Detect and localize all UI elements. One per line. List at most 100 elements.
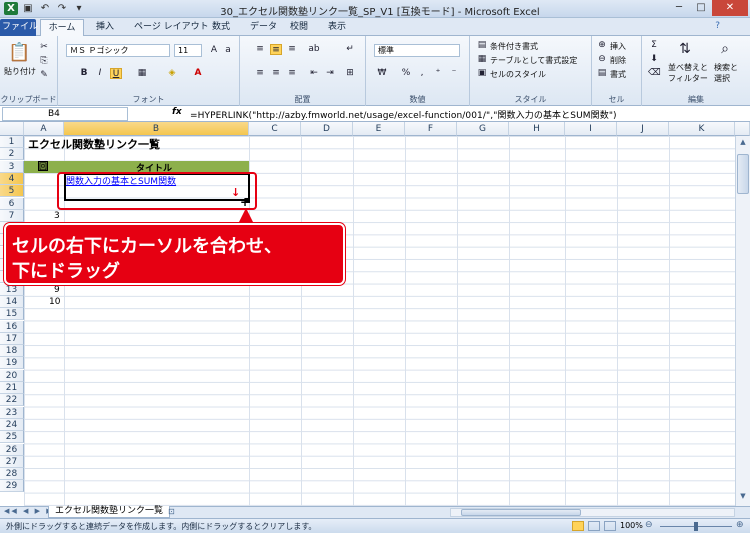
column-header[interactable]: F <box>405 122 457 136</box>
insert-cells-icon[interactable]: ⊕ <box>596 40 608 51</box>
page-break-view-icon[interactable] <box>604 521 616 531</box>
sort-filter-icon[interactable]: ⇅ <box>676 40 694 58</box>
font-color-icon[interactable]: A <box>192 68 204 79</box>
name-box[interactable]: B4 <box>2 107 128 121</box>
conditional-format-button[interactable]: 条件付き書式 <box>490 41 538 52</box>
italic-icon[interactable]: I <box>94 68 106 79</box>
sheet-tab[interactable]: エクセル関数塾リンク一覧 <box>48 506 171 518</box>
row-header[interactable]: 4 <box>0 172 24 185</box>
underline-icon[interactable]: U <box>110 68 122 79</box>
help-icon[interactable]: ? <box>715 21 720 31</box>
tab-review[interactable]: 校閲 <box>288 19 310 36</box>
scroll-down-icon[interactable]: ▼ <box>738 492 748 504</box>
column-header[interactable]: A <box>24 122 64 136</box>
currency-icon[interactable]: ₩ <box>376 68 388 79</box>
row-number-cell[interactable]: 9 <box>54 285 60 295</box>
row-header[interactable]: 3 <box>0 160 24 173</box>
row-header[interactable]: 20 <box>0 369 24 382</box>
row-header[interactable]: 19 <box>0 357 24 370</box>
row-header[interactable]: 25 <box>0 431 24 444</box>
customize-toolbar-icon[interactable]: ▾ <box>72 2 86 15</box>
align-right-icon[interactable]: ≡ <box>286 68 298 79</box>
column-header[interactable]: B <box>64 122 249 136</box>
merge-center-icon[interactable]: ⊞ <box>344 68 356 79</box>
decrease-indent-icon[interactable]: ⇤ <box>308 68 320 79</box>
clear-icon[interactable]: ⌫ <box>648 68 661 79</box>
align-top-icon[interactable]: ≡ <box>254 44 266 55</box>
row-header[interactable]: 17 <box>0 332 24 345</box>
column-header[interactable]: G <box>457 122 509 136</box>
shrink-font-icon[interactable]: a <box>222 45 234 56</box>
zoom-out-icon[interactable]: ⊖ <box>645 520 653 530</box>
horizontal-scrollbar[interactable] <box>450 508 735 517</box>
undo-icon[interactable]: ↶ <box>38 2 52 15</box>
tab-formulas[interactable]: 数式 <box>210 19 232 36</box>
tab-file[interactable]: ファイル <box>0 19 38 36</box>
tab-home[interactable]: ホーム <box>40 19 84 36</box>
row-header[interactable]: 18 <box>0 345 24 358</box>
column-header[interactable]: H <box>509 122 565 136</box>
row-header[interactable]: 14 <box>0 295 24 308</box>
new-sheet-icon[interactable]: ⊡ <box>168 507 175 516</box>
row-header[interactable]: 23 <box>0 406 24 419</box>
formula-input[interactable]: =HYPERLINK("http://azby.fmworld.net/usag… <box>190 108 617 121</box>
row-header[interactable]: 7 <box>0 209 24 222</box>
column-header[interactable]: J <box>617 122 669 136</box>
row-header[interactable]: 6 <box>0 197 24 210</box>
tab-insert[interactable]: 挿入 <box>94 19 116 36</box>
fill-color-icon[interactable]: ◈ <box>166 68 178 79</box>
find-select-label[interactable]: 検索と <box>714 62 738 73</box>
row-number-cell[interactable]: 10 <box>49 297 60 307</box>
scroll-thumb[interactable] <box>737 154 749 194</box>
paste-label[interactable]: 貼り付け <box>4 66 36 77</box>
column-header[interactable]: K <box>669 122 735 136</box>
sort-filter-label[interactable]: 並べ替えと <box>668 62 708 73</box>
h-scroll-thumb[interactable] <box>461 509 581 516</box>
orientation-icon[interactable]: ab <box>308 44 320 55</box>
delete-cells-button[interactable]: 削除 <box>610 55 626 66</box>
tab-page-layout[interactable]: ページ レイアウト <box>132 19 211 36</box>
delete-cells-icon[interactable]: ⊖ <box>596 54 608 65</box>
row-header[interactable]: 21 <box>0 382 24 394</box>
increase-indent-icon[interactable]: ⇥ <box>324 68 336 79</box>
wrap-text-icon[interactable]: ↵ <box>344 44 356 55</box>
copy-icon[interactable]: ⎘ <box>38 56 50 67</box>
row-header[interactable]: 16 <box>0 320 24 333</box>
tab-view[interactable]: 表示 <box>326 19 348 36</box>
row-header[interactable]: 1 <box>0 136 24 148</box>
scroll-up-icon[interactable]: ▲ <box>738 138 748 150</box>
cut-icon[interactable]: ✂ <box>38 42 50 53</box>
excel-logo-icon[interactable]: X <box>4 2 18 15</box>
row-header[interactable]: 24 <box>0 418 24 431</box>
sort-filter-label-2[interactable]: フィルター <box>668 73 708 84</box>
save-icon[interactable]: ▣ <box>21 2 35 15</box>
normal-view-icon[interactable] <box>572 521 584 531</box>
zoom-in-icon[interactable]: ⊕ <box>736 520 744 530</box>
format-cells-icon[interactable]: ▤ <box>596 68 608 79</box>
increase-decimal-icon[interactable]: ⁺ <box>432 68 444 79</box>
paste-icon[interactable]: 📋 <box>8 42 30 64</box>
column-header[interactable]: E <box>353 122 405 136</box>
column-header[interactable]: I <box>565 122 617 136</box>
cell-style-button[interactable]: セルのスタイル <box>490 69 546 80</box>
format-as-table-icon[interactable]: ▦ <box>476 54 488 65</box>
zoom-level[interactable]: 100% <box>620 521 643 530</box>
sheet-title-cell[interactable]: エクセル関数塾リンク一覧 <box>28 136 160 152</box>
row-header[interactable]: 5 <box>0 185 24 198</box>
row-header[interactable]: 15 <box>0 308 24 321</box>
tab-data[interactable]: データ <box>248 19 279 36</box>
find-select-icon[interactable]: ⌕ <box>716 40 734 58</box>
align-middle-icon[interactable]: ≡ <box>270 44 282 55</box>
grow-font-icon[interactable]: A <box>208 45 220 56</box>
column-header[interactable]: D <box>301 122 353 136</box>
format-cells-button[interactable]: 書式 <box>610 69 626 80</box>
align-left-icon[interactable]: ≡ <box>254 68 266 79</box>
column-header[interactable]: C <box>249 122 301 136</box>
percent-icon[interactable]: % <box>400 68 412 79</box>
row-header[interactable]: 26 <box>0 443 24 456</box>
bold-icon[interactable]: B <box>78 68 90 79</box>
conditional-format-icon[interactable]: ▤ <box>476 40 488 51</box>
row-header[interactable]: 27 <box>0 455 24 468</box>
zoom-slider-thumb[interactable] <box>694 522 698 531</box>
row-header[interactable]: 29 <box>0 480 24 493</box>
